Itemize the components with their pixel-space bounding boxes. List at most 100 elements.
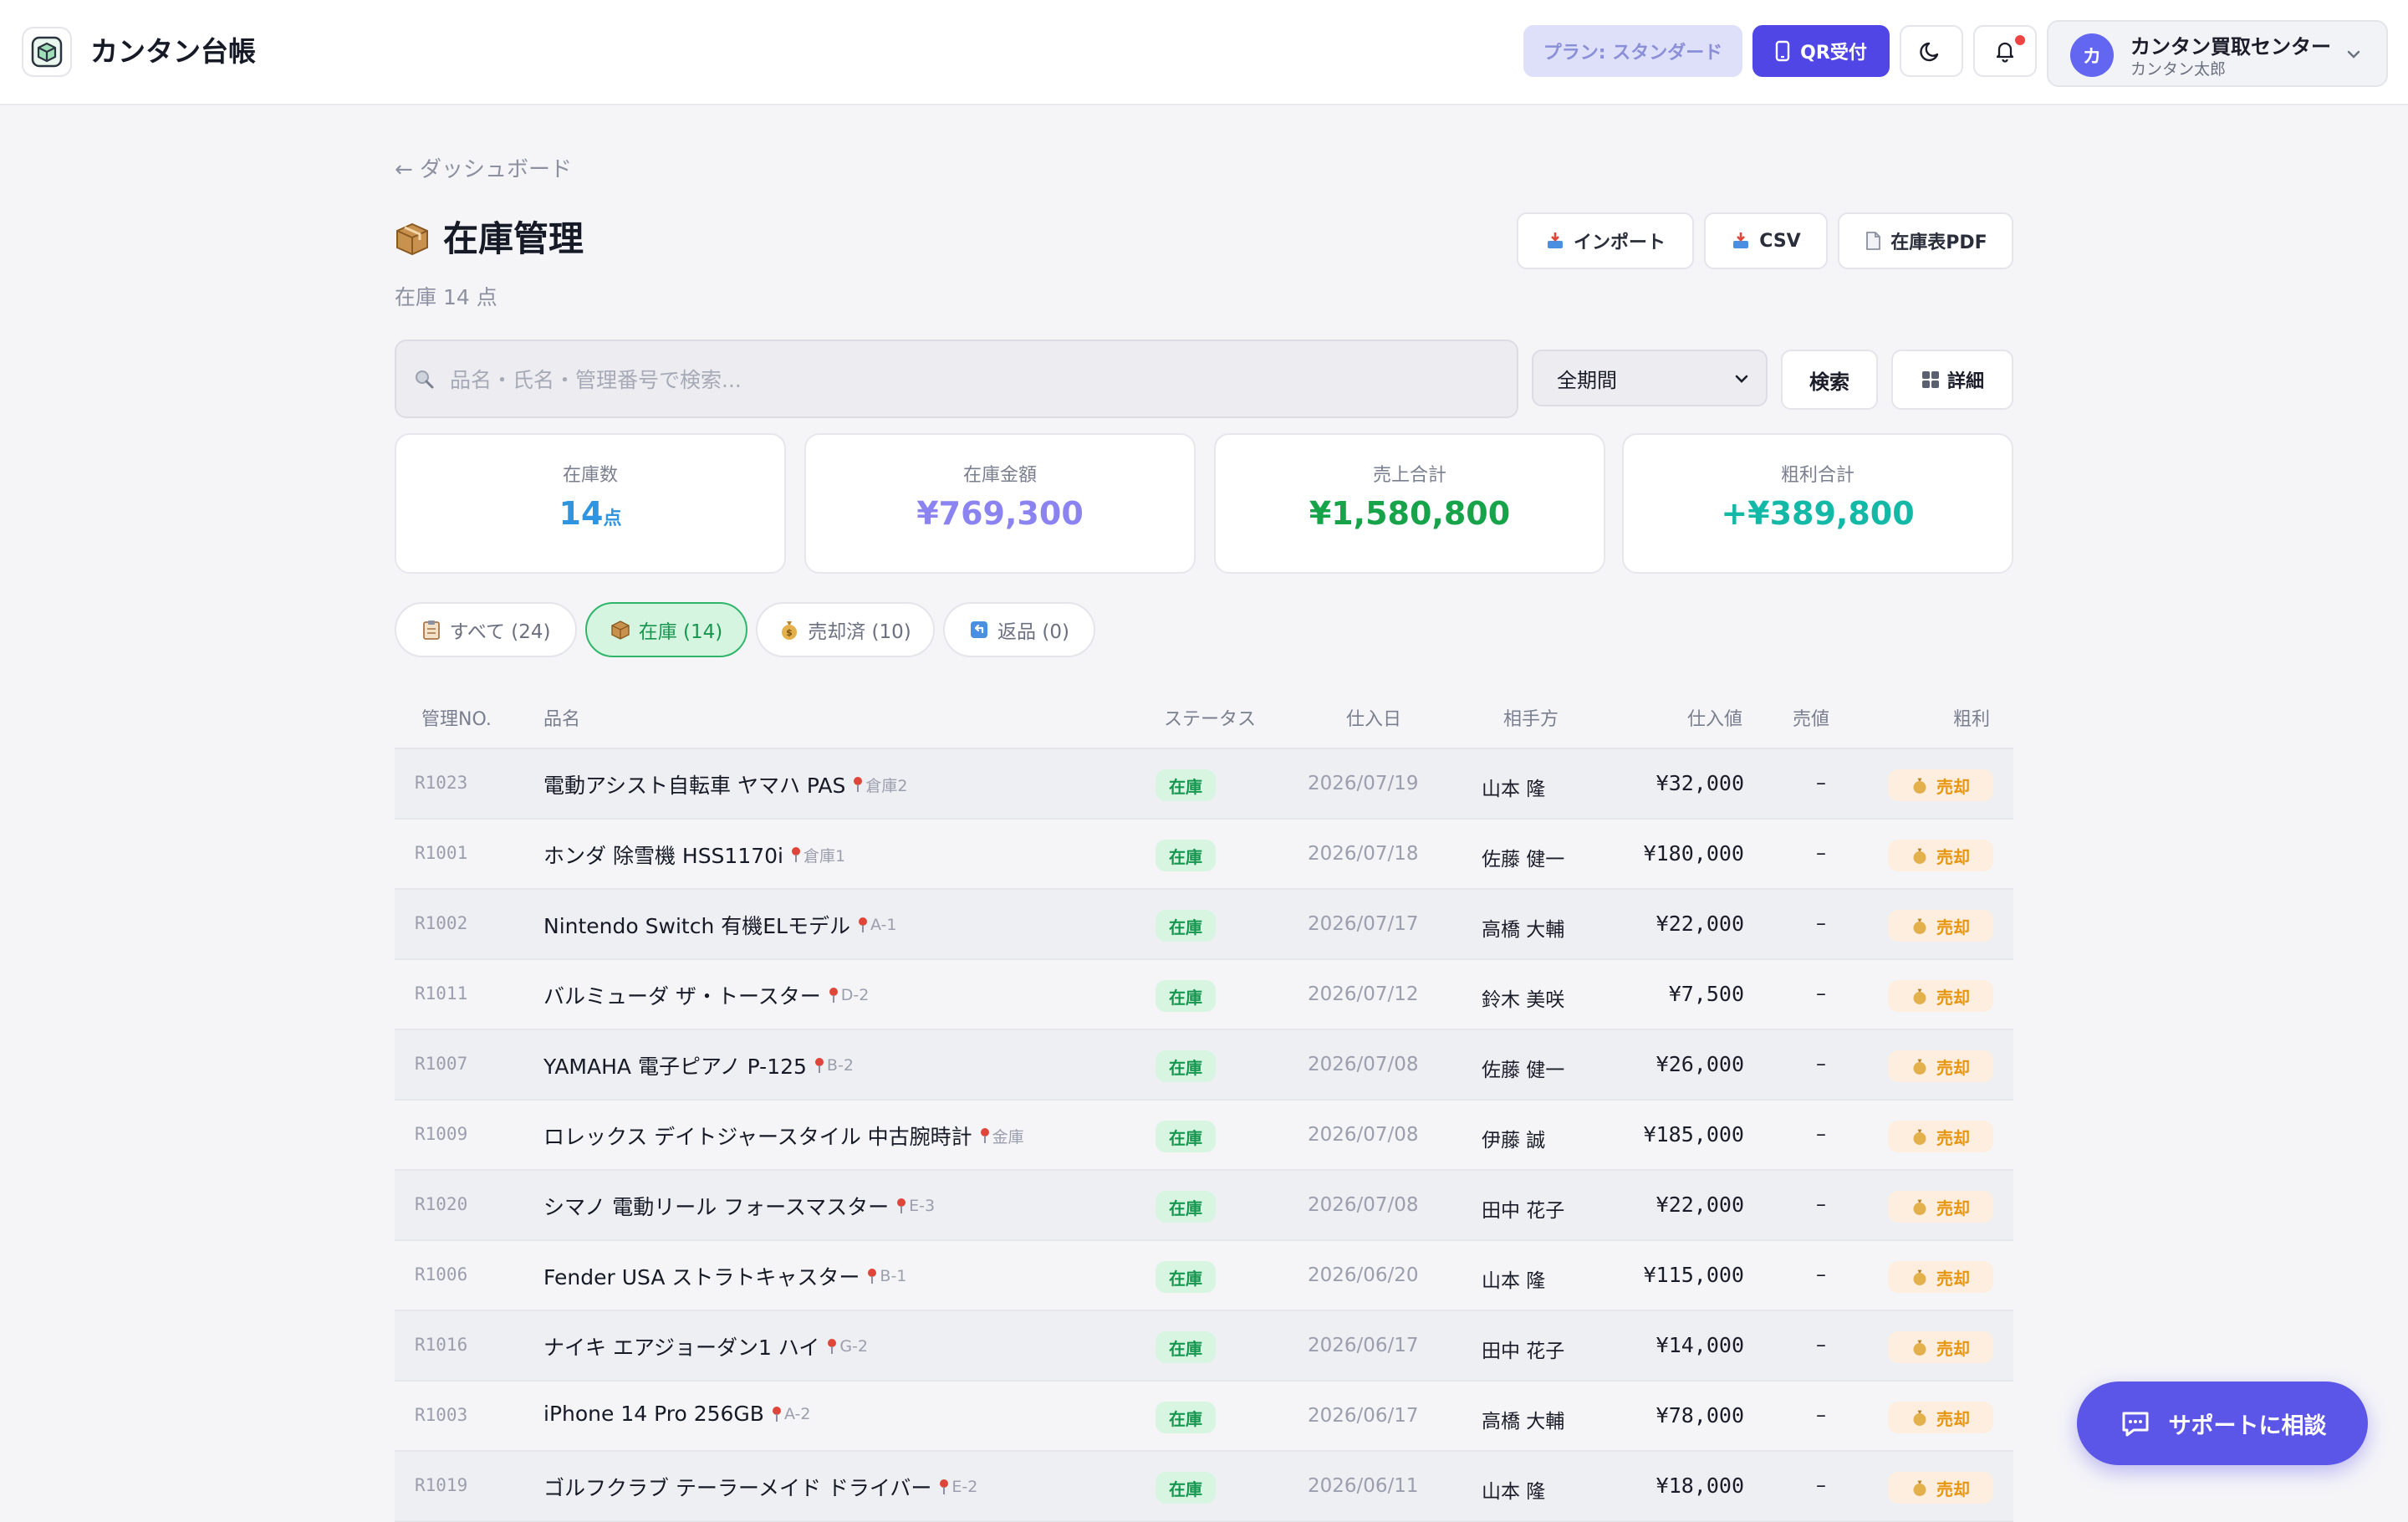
row-sale-price: – [1816, 771, 1826, 794]
search-button[interactable]: 検索 [1781, 350, 1878, 410]
app-logo[interactable] [22, 27, 72, 77]
col-header-date[interactable]: 仕入日 [1346, 704, 1401, 731]
row-item-name[interactable]: YAMAHA 電子ピアノ P-125 B-2 [543, 1050, 854, 1080]
row-item-name[interactable]: Nintendo Switch 有機ELモデル A-1 [543, 910, 897, 940]
sell-button[interactable]: 売却 [1888, 1331, 1993, 1363]
grid-icon [1921, 371, 1939, 388]
import-button[interactable]: インポート [1517, 212, 1694, 269]
table-row[interactable]: R1020 シマノ 電動リール フォースマスター E-3 在庫 2026/07/08 田中… [395, 1171, 2013, 1241]
status-badge: 在庫 [1156, 980, 1216, 1012]
row-counterparty: 田中 花子 [1482, 1200, 1565, 1222]
status-badge: 在庫 [1156, 1331, 1216, 1363]
pin-icon [940, 1479, 949, 1494]
tab-all[interactable]: すべて (24) [395, 602, 577, 657]
dark-mode-toggle[interactable] [1900, 25, 1963, 77]
col-header-cost[interactable]: 仕入値 [1687, 704, 1742, 731]
row-item-name[interactable]: Fender USA ストラトキャスター B-1 [543, 1261, 906, 1291]
col-header-profit[interactable]: 粗利 [1953, 704, 1990, 731]
row-id: R1009 [415, 1124, 468, 1144]
money-bag-icon [1913, 1059, 1926, 1075]
sell-label: 売却 [1936, 776, 1970, 797]
row-item-name[interactable]: ロレックス デイトジャースタイル 中古腕時計 金庫 [543, 1121, 1024, 1151]
table-row[interactable]: R1007 YAMAHA 電子ピアノ P-125 B-2 在庫 2026/07/08 佐藤… [395, 1030, 2013, 1101]
row-item-name[interactable]: シマノ 電動リール フォースマスター E-3 [543, 1191, 935, 1221]
table-row[interactable]: R1023 電動アシスト自転車 ヤマハ PAS 倉庫2 在庫 2026/07/19 山本 … [395, 749, 2013, 820]
sell-button[interactable]: 売却 [1888, 1261, 1993, 1293]
item-name-text: Nintendo Switch 有機ELモデル [543, 914, 850, 938]
col-header-id[interactable]: 管理NO. [421, 704, 492, 731]
plan-badge[interactable]: プラン: スタンダード [1523, 25, 1742, 77]
status-badge: 在庫 [1156, 1121, 1216, 1152]
status-badge: 在庫 [1156, 1050, 1216, 1082]
tab-in-stock[interactable]: 在庫 (14) [585, 602, 747, 657]
pin-icon [792, 847, 801, 862]
location-text: B-1 [880, 1267, 907, 1285]
row-purchase-date: 2026/06/17 [1308, 1335, 1419, 1356]
money-bag-icon [1913, 1340, 1926, 1356]
row-item-name[interactable]: ホンダ 除雪機 HSS1170i 倉庫1 [543, 840, 845, 870]
table-row[interactable]: R1002 Nintendo Switch 有機ELモデル A-1 在庫 2026/07… [395, 890, 2013, 960]
support-chat-button[interactable]: サポートに相談 [2077, 1382, 2368, 1465]
row-cost: ¥78,000 [1656, 1403, 1744, 1428]
col-header-sale[interactable]: 売値 [1793, 704, 1829, 731]
pin-icon [868, 1269, 877, 1284]
row-item-name[interactable]: iPhone 14 Pro 256GB A-2 [543, 1402, 810, 1426]
search-input[interactable] [450, 358, 1487, 401]
qr-reception-button[interactable]: QR受付 [1752, 25, 1890, 77]
location-text: D-2 [840, 986, 870, 1004]
table-row[interactable]: R1001 ホンダ 除雪機 HSS1170i 倉庫1 在庫 2026/07/18 佐藤 健… [395, 820, 2013, 890]
advanced-filter-button[interactable]: 詳細 [1891, 350, 2013, 410]
location-tag: B-2 [814, 1056, 854, 1075]
stat-label: 在庫金額 [962, 465, 1037, 486]
row-item-name[interactable]: 電動アシスト自転車 ヤマハ PAS 倉庫2 [543, 769, 907, 799]
csv-button[interactable]: CSV [1704, 212, 1828, 269]
notification-button[interactable] [1973, 25, 2037, 77]
box-icon [396, 222, 428, 256]
row-item-name[interactable]: ナイキ エアジョーダン1 ハイ G-2 [543, 1331, 868, 1361]
col-header-party[interactable]: 相手方 [1503, 704, 1559, 731]
box-icon [611, 621, 630, 640]
location-text: G-2 [839, 1337, 868, 1356]
tab-sold[interactable]: $ 売却済 (10) [756, 602, 935, 657]
table-header: 管理NO. 品名 ステータス 仕入日 相手方 仕入値 売値 粗利 [395, 686, 2013, 749]
location-tag: D-2 [828, 986, 870, 1004]
money-bag-icon [1913, 1410, 1926, 1426]
table-row[interactable]: R1016 ナイキ エアジョーダン1 ハイ G-2 在庫 2026/06/17 田中 花子… [395, 1311, 2013, 1382]
tab-returned[interactable]: 返品 (0) [943, 602, 1095, 657]
sell-button[interactable]: 売却 [1888, 1050, 1993, 1082]
money-bag-icon [1913, 1199, 1926, 1215]
tab-label: 返品 (0) [997, 621, 1069, 643]
sell-button[interactable]: 売却 [1888, 1402, 1993, 1433]
avatar: カ [2070, 33, 2114, 77]
inventory-pdf-button[interactable]: 在庫表PDF [1838, 212, 2013, 269]
account-menu[interactable]: カ カンタン買取センター カンタン太郎 [2047, 20, 2388, 87]
period-select-value: 全期間 [1557, 368, 1617, 392]
table-row[interactable]: R1006 Fender USA ストラトキャスター B-1 在庫 2026/06/20… [395, 1241, 2013, 1311]
location-tag: A-1 [857, 916, 897, 934]
table-row[interactable]: R1011 バルミューダ ザ・トースター D-2 在庫 2026/07/12 鈴木 美咲 ¥… [395, 960, 2013, 1030]
stat-value: ¥1,580,800 [1309, 495, 1511, 532]
row-item-name[interactable]: バルミューダ ザ・トースター D-2 [543, 980, 869, 1010]
sell-button[interactable]: 売却 [1888, 1472, 1993, 1504]
table-row[interactable]: R1003 iPhone 14 Pro 256GB A-2 在庫 2026/06/17 高… [395, 1382, 2013, 1452]
table-row[interactable]: R1019 ゴルフクラブ テーラーメイド ドライバー E-2 在庫 2026/06/11… [395, 1452, 2013, 1522]
row-id: R1016 [415, 1335, 468, 1355]
location-tag: G-2 [826, 1337, 868, 1356]
col-header-name[interactable]: 品名 [543, 704, 580, 731]
sell-button[interactable]: 売却 [1888, 769, 1993, 801]
back-to-dashboard-link[interactable]: ← ダッシュボード [395, 152, 572, 183]
chat-bubble-icon [2122, 1412, 2148, 1437]
sell-button[interactable]: 売却 [1888, 910, 1993, 942]
sell-button[interactable]: 売却 [1888, 1191, 1993, 1223]
sell-button[interactable]: 売却 [1888, 1121, 1993, 1152]
return-icon [971, 621, 988, 638]
sell-button[interactable]: 売却 [1888, 840, 1993, 871]
col-header-status[interactable]: ステータス [1164, 704, 1256, 731]
period-select[interactable]: 全期間 [1532, 350, 1768, 406]
item-name-text: ロレックス デイトジャースタイル 中古腕時計 [543, 1125, 972, 1149]
row-item-name[interactable]: ゴルフクラブ テーラーメイド ドライバー E-2 [543, 1472, 977, 1502]
app-title: カンタン台帳 [90, 35, 256, 68]
table-row[interactable]: R1009 ロレックス デイトジャースタイル 中古腕時計 金庫 在庫 2026/07/0… [395, 1101, 2013, 1171]
sell-button[interactable]: 売却 [1888, 980, 1993, 1012]
location-tag: 倉庫2 [852, 774, 907, 796]
